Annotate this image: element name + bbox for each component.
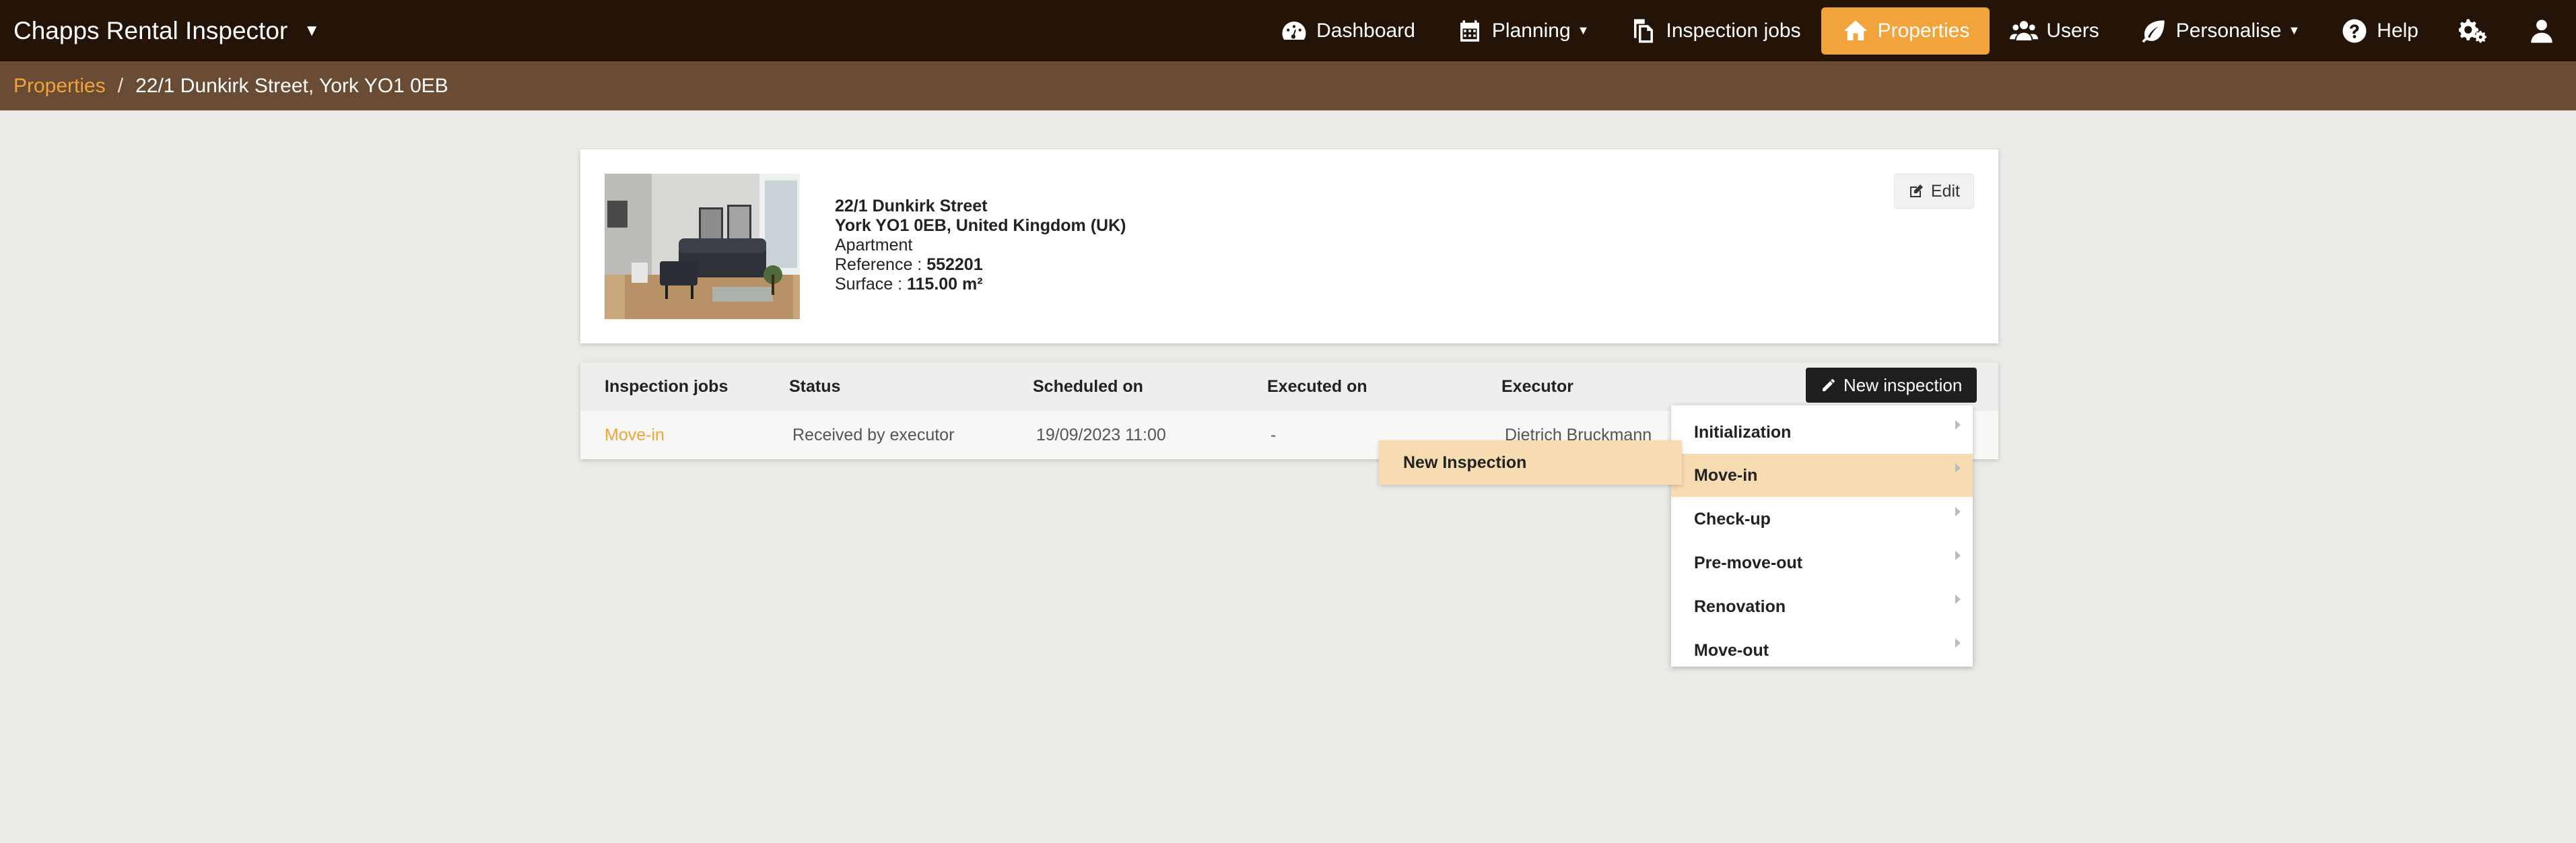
reference-value: 552201 [926, 255, 983, 274]
nav-planning-label: Planning [1491, 19, 1571, 42]
job-link[interactable]: Move-in [605, 411, 665, 459]
property-street: 22/1 Dunkirk Street [835, 197, 988, 215]
caret-down-icon: ▼ [1577, 24, 1590, 37]
header-executor: Executor [1501, 376, 1573, 396]
property-details: 22/1 Dunkirk Street York YO1 0EB, United… [835, 197, 1126, 294]
header-inspection-jobs: Inspection jobs [605, 376, 728, 396]
breadcrumb: Properties / 22/1 Dunkirk Street, York Y… [0, 61, 2576, 110]
reference-label: Reference : [835, 255, 927, 274]
nav-users-label: Users [2046, 19, 2099, 42]
job-status: Received by executor [792, 425, 955, 444]
chevron-right-icon [1955, 638, 1961, 648]
nav-properties-label: Properties [1877, 19, 1970, 42]
help-icon [2342, 19, 2367, 42]
edit-button[interactable]: Edit [1893, 174, 1974, 209]
nav-inspection-jobs[interactable]: Inspection jobs [1609, 7, 1821, 55]
app-brand[interactable]: Chapps Rental Inspector ▼ [13, 0, 320, 61]
submenu-new-inspection[interactable]: New Inspection [1379, 440, 1682, 485]
nav-settings[interactable] [2439, 7, 2507, 55]
home-icon [1843, 20, 1868, 40]
menu-item-label: Renovation [1694, 597, 1786, 616]
job-scheduled: 19/09/2023 11:00 [1036, 425, 1166, 444]
surface-value: 115.00 m² [907, 275, 983, 294]
nav-menu: Dashboard Planning ▼ Inspection jobs Pro… [1260, 0, 2576, 61]
menu-item-label: Move-out [1694, 640, 1769, 660]
nav-users[interactable]: Users [1990, 7, 2119, 55]
nav-personalise[interactable]: Personalise ▼ [2120, 7, 2321, 55]
chevron-right-icon [1955, 420, 1961, 430]
menu-item-label: Pre-move-out [1694, 553, 1803, 572]
caret-down-icon: ▼ [2288, 24, 2301, 37]
pencil-icon [1823, 379, 1835, 391]
menu-item-pre-move-out[interactable]: Pre-move-out [1671, 541, 1973, 584]
property-type: Apartment [835, 236, 913, 255]
nav-dashboard-label: Dashboard [1316, 19, 1415, 42]
nav-help[interactable]: Help [2320, 7, 2439, 55]
menu-item-check-up[interactable]: Check-up [1671, 498, 1973, 541]
menu-item-move-out[interactable]: Move-out [1671, 629, 1973, 672]
nav-properties[interactable]: Properties [1821, 7, 1990, 55]
new-inspection-button[interactable]: New inspection [1806, 368, 1977, 403]
dashboard-icon [1282, 21, 1306, 40]
chevron-right-icon [1955, 463, 1961, 473]
menu-item-initialization[interactable]: Initialization [1671, 411, 1973, 454]
job-executed: - [1270, 425, 1277, 444]
menu-item-label: Move-in [1694, 465, 1758, 485]
breadcrumb-properties-link[interactable]: Properties [13, 75, 106, 98]
menu-item-label: Check-up [1694, 509, 1771, 529]
header-scheduled-on: Scheduled on [1033, 376, 1143, 396]
nav-dashboard[interactable]: Dashboard [1260, 7, 1435, 55]
menu-item-move-in[interactable]: Move-in [1671, 454, 1973, 497]
property-card: 22/1 Dunkirk Street York YO1 0EB, United… [580, 149, 1998, 343]
nav-user-account[interactable] [2507, 7, 2576, 55]
breadcrumb-current: 22/1 Dunkirk Street, York YO1 0EB [135, 74, 448, 97]
surface-label: Surface : [835, 275, 907, 294]
caret-down-icon: ▼ [304, 21, 320, 40]
nav-help-label: Help [2377, 19, 2418, 42]
users-icon [2010, 20, 2039, 40]
table-header: Inspection jobs Status Scheduled on Exec… [580, 362, 1998, 411]
chevron-right-icon [1955, 507, 1961, 516]
property-surface: Surface : 115.00 m² [835, 275, 1126, 294]
navbar: Chapps Rental Inspector ▼ Dashboard Plan… [0, 0, 2576, 61]
property-photo[interactable] [605, 174, 800, 319]
user-icon [2531, 19, 2552, 42]
edit-button-label: Edit [1930, 181, 1960, 201]
new-inspection-label: New inspection [1843, 374, 1963, 395]
app-title: Chapps Rental Inspector [13, 16, 288, 44]
edit-icon [1909, 184, 1923, 197]
header-status: Status [789, 376, 841, 396]
property-reference: Reference : 552201 [835, 255, 1126, 275]
nav-personalise-label: Personalise [2175, 19, 2282, 42]
living-room-image [605, 174, 800, 319]
gears-icon [2459, 19, 2487, 42]
header-executed-on: Executed on [1267, 376, 1367, 396]
documents-icon [1634, 19, 1654, 42]
chevron-right-icon [1955, 595, 1961, 604]
calendar-icon [1460, 20, 1479, 42]
chevron-right-icon [1955, 551, 1961, 560]
property-city-line: York YO1 0EB, United Kingdom (UK) [835, 216, 1126, 235]
new-inspection-menu: Initialization Move-in Check-up Pre-move… [1671, 405, 1973, 667]
breadcrumb-separator: / [117, 74, 124, 97]
nav-inspection-jobs-label: Inspection jobs [1666, 19, 1801, 42]
nav-planning[interactable]: Planning ▼ [1435, 7, 1610, 55]
menu-item-label: Initialization [1694, 422, 1792, 442]
submenu-item-label: New Inspection [1403, 452, 1527, 472]
menu-item-renovation[interactable]: Renovation [1671, 585, 1973, 628]
leaf-icon [2142, 20, 2165, 42]
